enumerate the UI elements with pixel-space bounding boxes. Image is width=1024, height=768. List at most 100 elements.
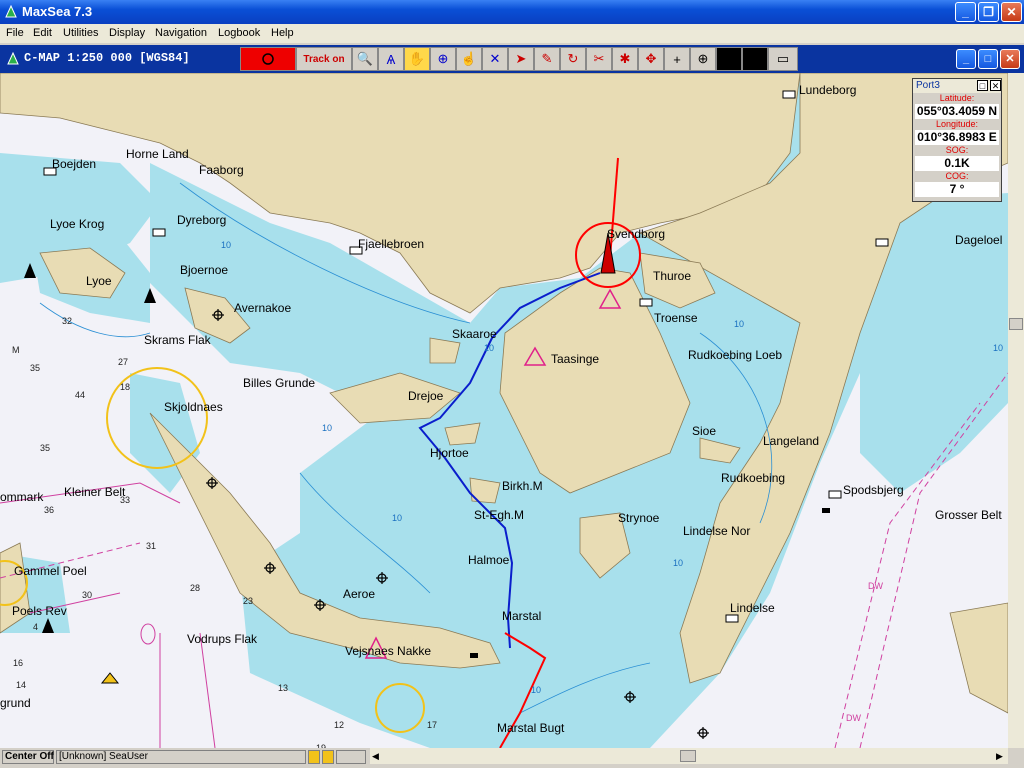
cog-value: 7 ° xyxy=(915,182,999,197)
port-info-panel[interactable]: Port3 □ ✕ Latitude: 055°03.4059 N Longit… xyxy=(912,78,1002,202)
place-lindelse: Lindelse xyxy=(730,601,775,615)
grab-button[interactable]: ☝ xyxy=(456,47,482,71)
menu-navigation[interactable]: Navigation xyxy=(155,27,207,39)
longitude-label: Longitude: xyxy=(935,119,979,129)
crosshair-button[interactable]: ⊕ xyxy=(430,47,456,71)
layout-button[interactable]: ▭ xyxy=(768,47,798,71)
close-button[interactable]: ✕ xyxy=(1001,2,1022,22)
restore-button[interactable]: ❐ xyxy=(978,2,999,22)
place-strynoe: Strynoe xyxy=(618,511,660,525)
menu-help[interactable]: Help xyxy=(271,27,294,39)
vertical-scrollbar[interactable] xyxy=(1008,73,1024,748)
depth-contour-label: 10 xyxy=(531,685,542,695)
rotate-button[interactable]: ↻ xyxy=(560,47,586,71)
menu-file[interactable]: File xyxy=(6,27,24,39)
chart-window-icon xyxy=(7,52,19,65)
place-hjortoe: Hjortoe xyxy=(430,446,469,460)
place-lindelse-nor: Lindelse Nor xyxy=(683,524,751,538)
place-marstal: Marstal xyxy=(502,609,542,623)
depth-sounding: 30 xyxy=(82,590,93,600)
move-arrows-icon: ✥ xyxy=(645,51,657,66)
plus-button[interactable]: + xyxy=(664,47,690,71)
place-kleiner-belt: Kleiner Belt xyxy=(64,485,126,499)
depth-contour-label: 10 xyxy=(484,343,495,353)
minimize-button[interactable]: _ xyxy=(955,2,976,22)
status-panel xyxy=(336,750,366,764)
bullseye-icon: ⊕ xyxy=(697,51,709,66)
alarm-button[interactable] xyxy=(240,47,296,71)
place-vejsnaes-nakke: Vejsnaes Nakke xyxy=(345,644,432,658)
horizontal-scroll-thumb[interactable] xyxy=(680,750,696,762)
chart-minimize-button[interactable]: _ xyxy=(956,49,976,69)
vertical-scroll-thumb[interactable] xyxy=(1009,318,1023,330)
pencil-button[interactable]: ✎ xyxy=(534,47,560,71)
depth-sounding: 33 xyxy=(120,495,131,505)
menu-logbook[interactable]: Logbook xyxy=(218,27,260,39)
pan-hand-button[interactable]: ✋ xyxy=(404,47,430,71)
compass-icon: Ѧ xyxy=(386,51,396,67)
deep-water-route-label: DW xyxy=(846,713,861,723)
target-button[interactable]: ⊕ xyxy=(690,47,716,71)
rotate-icon: ↻ xyxy=(567,51,579,66)
black-tool-button[interactable] xyxy=(716,47,742,71)
place-spodsbjerg: Spodsbjerg xyxy=(843,483,904,497)
place-skrams-flak: Skrams Flak xyxy=(144,333,211,347)
menu-edit[interactable]: Edit xyxy=(33,27,52,39)
chart-maximize-button[interactable]: □ xyxy=(978,49,998,69)
depth-sounding: 4 xyxy=(33,622,39,632)
window-title: MaxSea 7.3 xyxy=(22,4,93,19)
window-titlebar: MaxSea 7.3 _ ❐ ✕ xyxy=(0,0,1024,24)
depth-sounding: 35 xyxy=(30,363,41,373)
place-dageloe: Dageloel xyxy=(955,233,1003,247)
track-on-button[interactable]: Track on xyxy=(296,47,352,71)
depth-sounding: 44 xyxy=(75,390,86,400)
depth-sounding: 14 xyxy=(16,680,27,690)
place-rudkoebing-loeb: Rudkoebing Loeb xyxy=(688,348,783,362)
menu-display[interactable]: Display xyxy=(109,27,145,39)
place-faaborg: Faaborg xyxy=(199,163,244,177)
chart-close-button[interactable]: ✕ xyxy=(1000,49,1020,69)
port-panel-close-button[interactable]: ✕ xyxy=(990,80,1001,91)
arrow-icon: ➤ xyxy=(515,51,527,66)
user-status: [Unknown] SeaUser xyxy=(56,750,306,764)
black-tool-button-2[interactable] xyxy=(742,47,768,71)
depth-sounding: 31 xyxy=(146,541,157,551)
place-dyreborg: Dyreborg xyxy=(177,213,227,227)
erase-button[interactable]: ✱ xyxy=(612,47,638,71)
depth-contour-label: 10 xyxy=(322,423,333,433)
depth-sounding: 27 xyxy=(118,357,129,367)
port-panel-restore-button[interactable]: □ xyxy=(977,80,988,91)
chart-window-title: C-MAP 1:250 000 [WGS84] xyxy=(24,51,190,65)
compass-button[interactable]: Ѧ xyxy=(378,47,404,71)
place-poels-rev: Poels Rev xyxy=(12,604,67,618)
scroll-left-arrow-icon[interactable]: ◀ xyxy=(372,751,379,762)
status-indicator-icon xyxy=(308,750,320,764)
route-button[interactable]: ✕ xyxy=(482,47,508,71)
place-avernakoe: Avernakoe xyxy=(234,301,292,315)
erase-icon: ✱ xyxy=(619,51,631,66)
scissors-button[interactable]: ✂ xyxy=(586,47,612,71)
place-taasinge: Taasinge xyxy=(551,352,600,366)
place-grund: grund xyxy=(0,696,31,710)
center-off-button[interactable]: Center Off xyxy=(2,750,54,764)
place-lyoe: Lyoe xyxy=(86,274,112,288)
status-lock-icon xyxy=(322,750,334,764)
place-st-egh: St-Egh.M xyxy=(474,508,525,522)
scroll-right-arrow-icon[interactable]: ▶ xyxy=(996,751,1003,762)
pointer-button[interactable]: ➤ xyxy=(508,47,534,71)
nautical-chart[interactable]: Horne Land Faaborg Boejden Lyoe Krog Dyr… xyxy=(0,73,1008,748)
menu-utilities[interactable]: Utilities xyxy=(63,27,98,39)
zoom-button[interactable]: 🔍 xyxy=(352,47,378,71)
move-button[interactable]: ✥ xyxy=(638,47,664,71)
depth-sounding: 23 xyxy=(243,596,254,606)
depth-contour-label: 10 xyxy=(673,558,684,568)
place-lyoe-krog: Lyoe Krog xyxy=(50,217,105,231)
depth-contour-label: 10 xyxy=(221,240,232,250)
seabed-marker: M xyxy=(12,345,20,355)
depth-sounding: 32 xyxy=(62,316,73,326)
menu-bar: File Edit Utilities Display Navigation L… xyxy=(0,24,1024,43)
place-bjoernoe: Bjoernoe xyxy=(180,263,229,277)
depth-sounding: 16 xyxy=(13,658,24,668)
horizontal-scrollbar[interactable]: ◀ ▶ xyxy=(370,748,1008,764)
depth-sounding: 18 xyxy=(120,382,131,392)
